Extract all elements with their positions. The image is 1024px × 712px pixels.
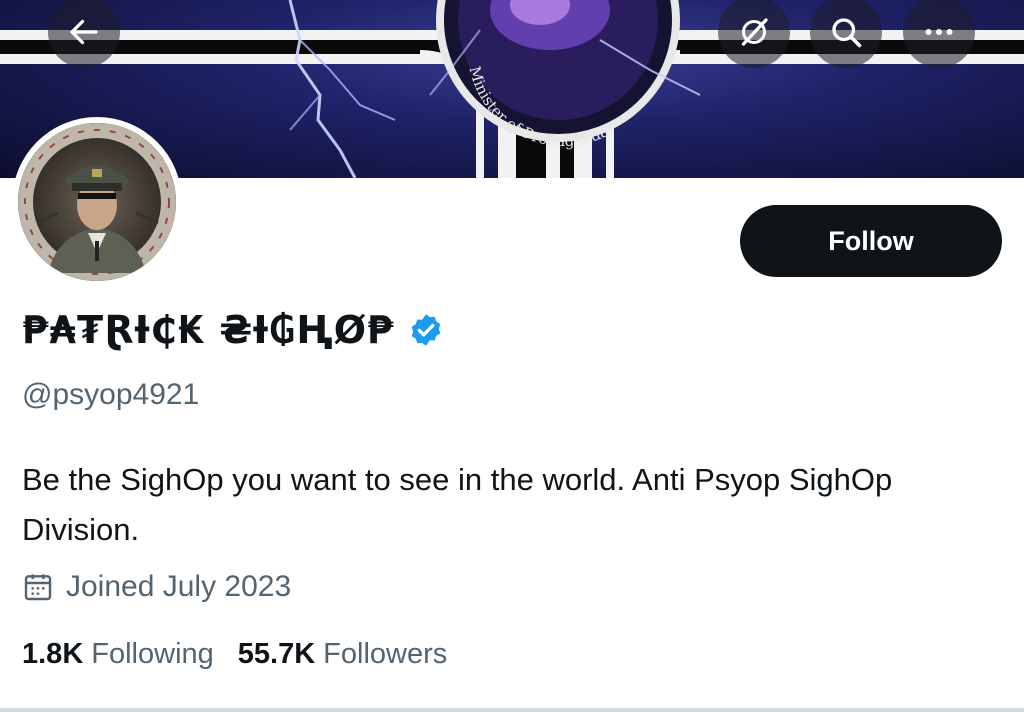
followers-link[interactable]: 55.7K Followers xyxy=(238,638,447,671)
profile-bio: Be the SighOp you want to see in the wor… xyxy=(22,462,893,547)
avatar-image xyxy=(18,123,176,281)
no-pin-icon xyxy=(741,18,768,46)
verified-badge-icon[interactable] xyxy=(408,312,444,348)
avatar-portrait xyxy=(18,123,176,281)
calendar-icon xyxy=(24,574,52,601)
display-name: ₱₳₮ⱤƗ₵₭ ₴Ɨ₲ⱧØ₱ xyxy=(22,308,395,352)
avatar[interactable] xyxy=(12,117,182,287)
more-dots-icon xyxy=(925,29,953,35)
joined-date: Joined July 2023 xyxy=(66,570,292,603)
followers-count: 55.7K xyxy=(237,638,316,670)
following-count: 1.8K xyxy=(22,638,84,670)
follow-button[interactable]: Follow xyxy=(740,205,1002,277)
arrow-left-icon xyxy=(70,19,98,45)
follow-stats: 1.8K Following 55.7K Followers xyxy=(22,638,471,671)
search-icon xyxy=(832,18,862,48)
followers-label: Followers xyxy=(323,638,448,670)
following-link[interactable]: 1.8K Following xyxy=(22,638,214,671)
following-label: Following xyxy=(91,638,214,670)
user-handle: @psyop4921 xyxy=(22,378,200,411)
display-name-row: ₱₳₮ⱤƗ₵₭ ₴Ɨ₲ⱧØ₱ xyxy=(22,308,444,352)
divider xyxy=(0,708,1024,712)
joined-date-row: Joined July 2023 xyxy=(22,570,291,604)
